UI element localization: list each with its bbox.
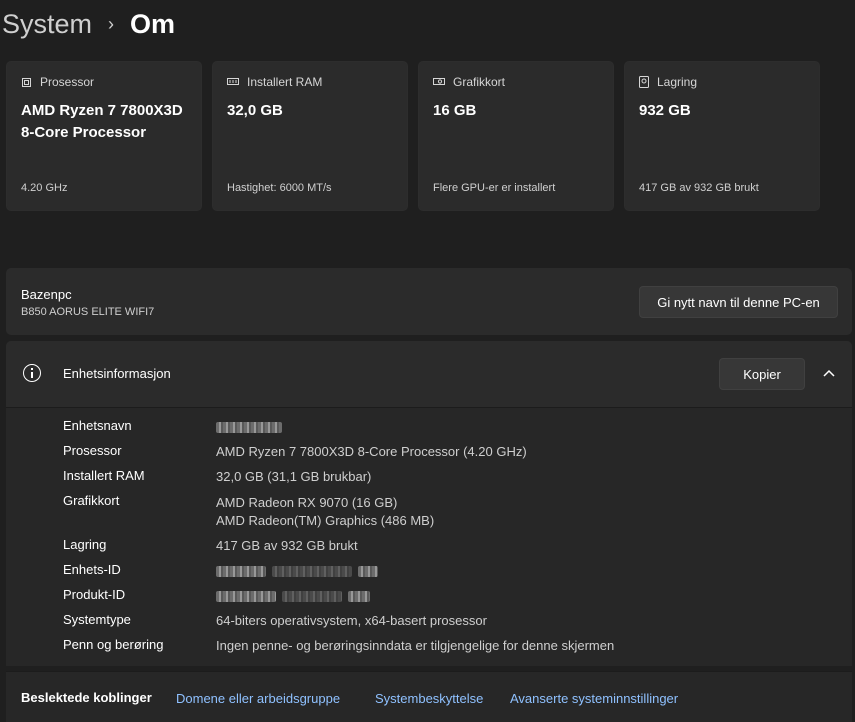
storage-icon (639, 76, 649, 88)
breadcrumb-system-link[interactable]: System (2, 9, 92, 40)
pc-name-panel: Bazenpc B850 AORUS ELITE WIFI7 Gi nytt n… (6, 268, 852, 335)
row-label: Prosessor (63, 443, 122, 458)
copy-button[interactable]: Kopier (719, 358, 805, 390)
card-value: 16 GB (433, 102, 477, 119)
row-value-redacted (216, 562, 378, 580)
pc-model: B850 AORUS ELITE WIFI7 (21, 306, 155, 318)
card-subtext: Flere GPU-er er installert (433, 182, 556, 194)
row-label: Enhetsnavn (63, 418, 132, 433)
pc-name: Bazenpc (21, 287, 72, 302)
card-label: Installert RAM (247, 75, 323, 89)
card-graphics: Grafikkort 16 GB Flere GPU-er er install… (418, 61, 614, 211)
row-value: Ingen penne- og berøringsinndata er tilg… (216, 638, 615, 653)
link-system-protection[interactable]: Systembeskyttelse (375, 691, 483, 706)
rename-pc-button[interactable]: Gi nytt navn til denne PC-en (639, 286, 838, 318)
card-label: Lagring (657, 75, 698, 89)
page-title: Om (130, 8, 176, 39)
row-label: Systemtype (63, 612, 131, 627)
link-advanced-system-settings[interactable]: Avanserte systeminnstillinger (510, 691, 678, 706)
card-subtext: 417 GB av 932 GB brukt (639, 182, 759, 194)
ram-icon (227, 78, 239, 85)
row-label: Lagring (63, 537, 107, 552)
row-value: 64-biters operativsystem, x64-basert pro… (216, 613, 487, 628)
card-value: 32,0 GB (227, 102, 283, 119)
card-label: Grafikkort (453, 75, 506, 89)
breadcrumb: System › Om (2, 6, 175, 42)
graphics-card-icon (433, 78, 445, 85)
chevron-right-icon: › (108, 13, 115, 34)
device-info-panel: Enhetsinformasjon Kopier Enhetsnavn Pros… (6, 341, 852, 666)
card-storage: Lagring 932 GB 417 GB av 932 GB brukt (624, 61, 820, 211)
row-value: AMD Ryzen 7 7800X3D 8-Core Processor (4.… (216, 444, 527, 459)
device-info-title: Enhetsinformasjon (63, 366, 171, 381)
row-value: 32,0 GB (31,1 GB brukbar) (216, 469, 372, 484)
device-info-header[interactable]: Enhetsinformasjon Kopier (6, 341, 852, 408)
row-label: Grafikkort (63, 493, 120, 508)
row-label: Produkt-ID (63, 587, 126, 602)
row-value-redacted (216, 418, 282, 436)
row-label: Penn og berøring (63, 637, 164, 652)
chevron-up-icon[interactable] (819, 363, 839, 383)
card-label: Prosessor (40, 75, 95, 89)
row-label: Installert RAM (63, 468, 145, 483)
processor-icon (22, 77, 31, 87)
card-processor: Prosessor AMD Ryzen 7 7800X3D 8-Core Pro… (6, 61, 202, 211)
card-value: 932 GB (639, 102, 691, 119)
related-links-label: Beslektede koblinger (21, 690, 152, 705)
link-domain-workgroup[interactable]: Domene eller arbeidsgruppe (176, 691, 340, 706)
row-value-secondary: AMD Radeon(TM) Graphics (486 MB) (216, 513, 435, 528)
row-label: Enhets-ID (63, 562, 121, 577)
info-icon (23, 364, 41, 382)
card-subtext: 4.20 GHz (21, 182, 68, 194)
spec-cards: Prosessor AMD Ryzen 7 7800X3D 8-Core Pro… (6, 61, 820, 211)
card-subtext: Hastighet: 6000 MT/s (227, 182, 332, 194)
row-value: AMD Radeon RX 9070 (16 GB) (216, 495, 398, 510)
related-links: Beslektede koblinger Domene eller arbeid… (6, 671, 852, 722)
card-ram: Installert RAM 32,0 GB Hastighet: 6000 M… (212, 61, 408, 211)
row-value: 417 GB av 932 GB brukt (216, 538, 358, 553)
row-value-redacted (216, 587, 370, 605)
card-value: AMD Ryzen 7 7800X3D 8-Core Processor (21, 102, 183, 141)
